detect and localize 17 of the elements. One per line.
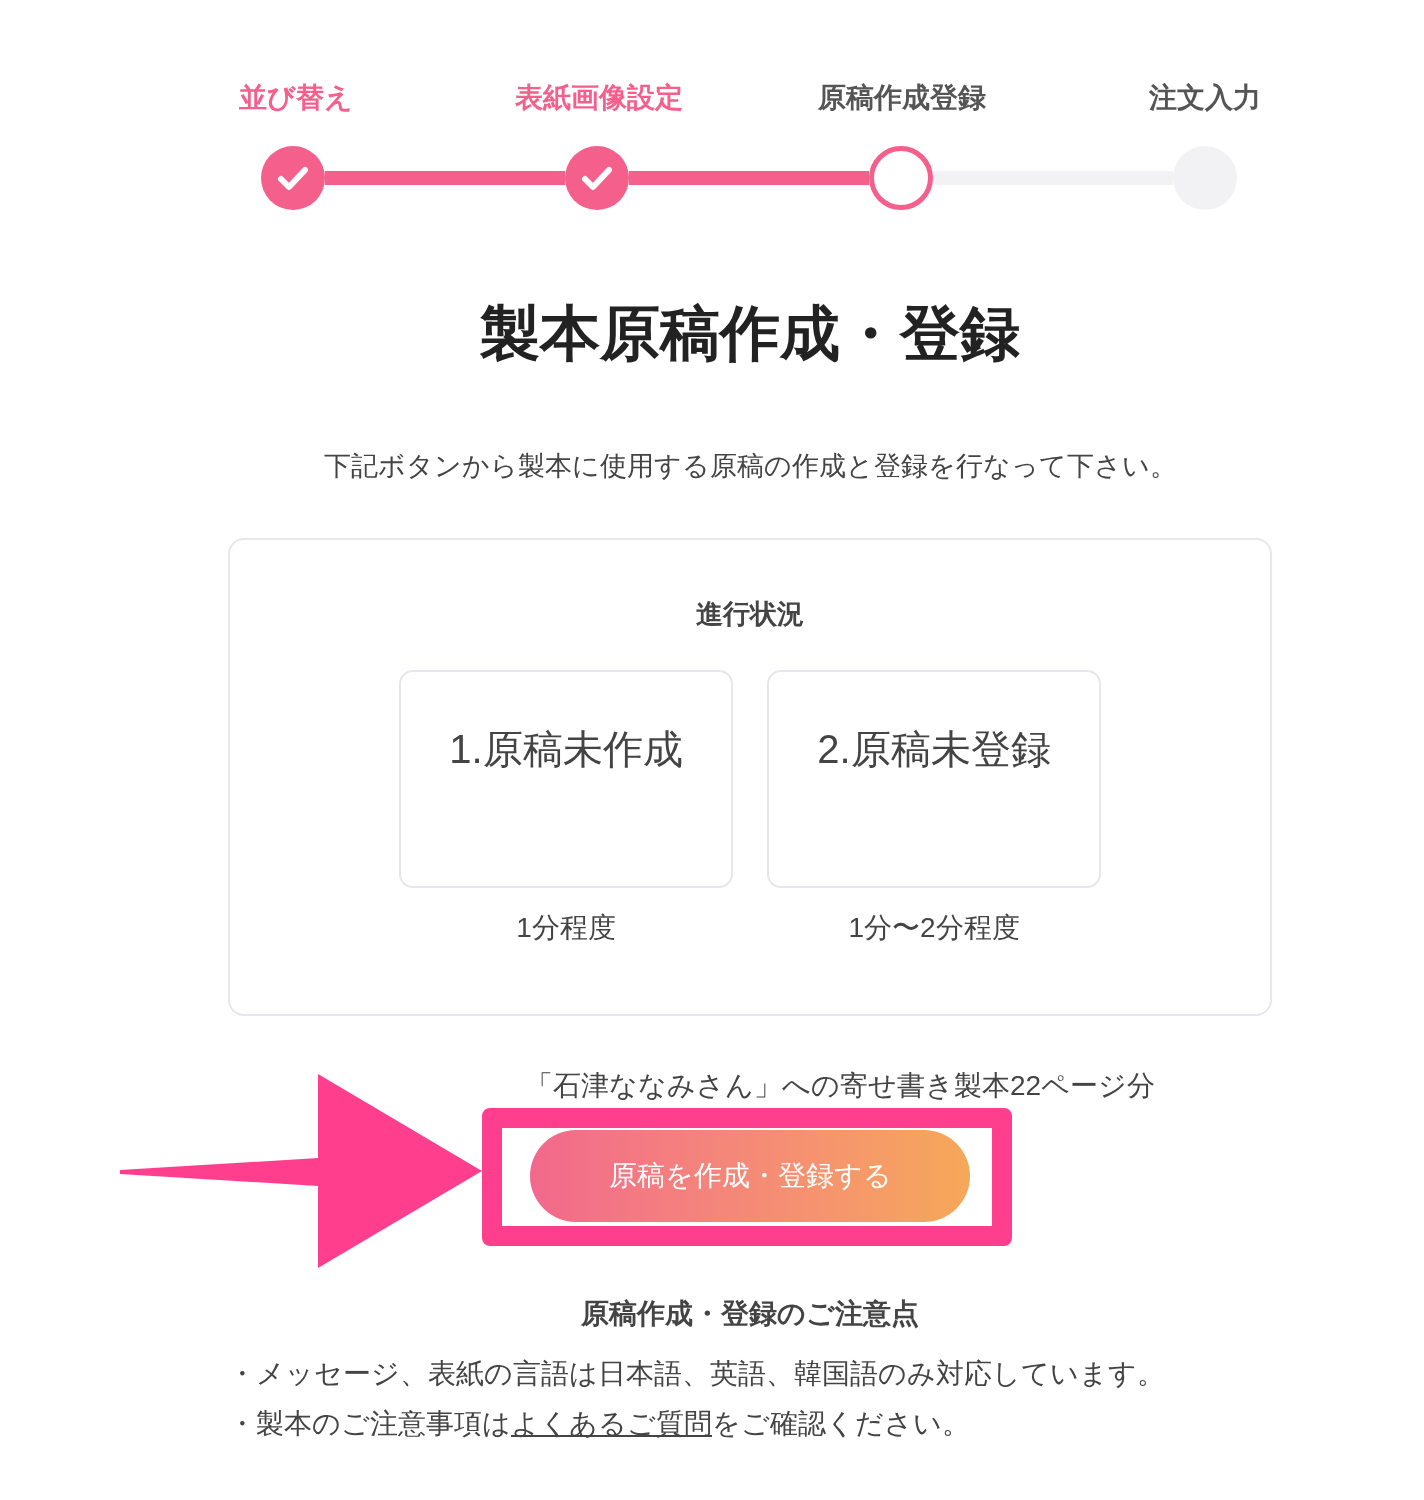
page-title: 製本原稿作成・登録 <box>480 299 1020 369</box>
step-label: 原稿作成登録 <box>817 81 986 115</box>
notes-title: 原稿作成・登録のご注意点 <box>581 1297 919 1331</box>
stage-duration: 1分〜2分程度 <box>848 911 1020 945</box>
pointer-arrow-icon <box>120 1074 482 1268</box>
note-text: ・メッセージ、表紙の言語は日本語、英語、韓国語のみ対応しています。 <box>228 1357 1165 1391</box>
step-label: 表紙画像設定 <box>514 81 683 115</box>
step-label: 注文入力 <box>1148 81 1261 115</box>
book-info-text: 「石津ななみさん」への寄せ書き製本22ページ分 <box>524 1069 1156 1103</box>
step-label: 並び替え <box>238 81 353 115</box>
progress-title: 進行状況 <box>696 598 804 631</box>
stage-label: 2.原稿未登録 <box>817 726 1051 773</box>
stage-duration: 1分程度 <box>516 911 616 945</box>
faq-link[interactable]: よくあるご質問 <box>511 1408 712 1439</box>
description-text: 下記ボタンから製本に使用する原稿の作成と登録を行なって下さい。 <box>323 450 1177 483</box>
stage-label: 1.原稿未作成 <box>449 726 683 773</box>
note-text: ・製本のご注意事項は よくあるご質問をご確認ください。 <box>228 1407 971 1441</box>
